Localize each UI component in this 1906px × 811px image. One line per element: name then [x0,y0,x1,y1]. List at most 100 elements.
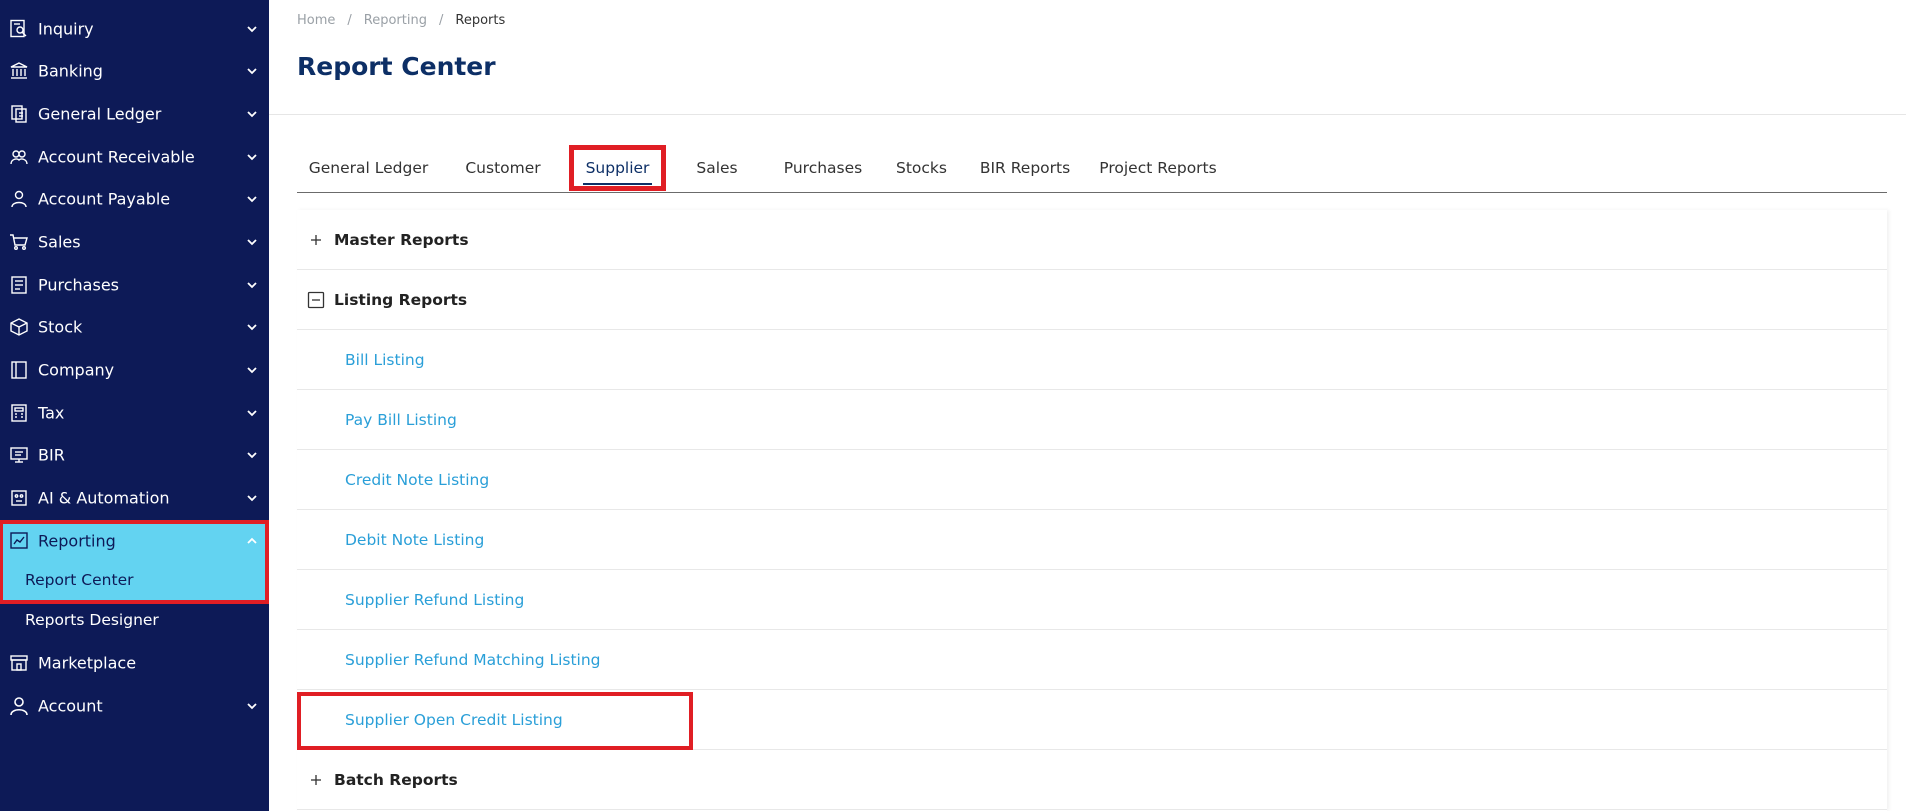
sidebar-item-tax[interactable]: Tax [0,393,269,433]
sidebar-item-purchases[interactable]: Purchases [0,265,269,305]
chevron-down-icon [245,64,259,78]
breadcrumb: Home / Reporting / Reports [297,13,505,28]
report-link-credit-note-listing[interactable]: Credit Note Listing [345,471,489,489]
tab-bir-reports[interactable]: BIR Reports [962,145,1088,191]
tax-icon [9,403,29,423]
sidebar-item-label: AI & Automation [38,488,170,508]
sidebar-item-label: Marketplace [38,653,137,673]
sidebar-item-sales[interactable]: Sales [0,222,269,262]
chevron-down-icon [245,192,259,206]
cart-icon [9,232,29,252]
report-link-bill-listing[interactable]: Bill Listing [345,351,425,369]
sidebar-item-label: Reporting [38,531,116,551]
sidebar-item-label: Account Payable [38,189,171,209]
sidebar-item-label: General Ledger [38,104,162,124]
sidebar-item-label: Account [38,696,103,716]
plus-icon[interactable] [307,231,325,249]
payable-icon [9,189,29,209]
bank-icon [9,61,29,81]
section-label: Listing Reports [334,290,468,309]
breadcrumb-current: Reports [455,13,506,28]
report-link-supplier-refund-matching-listing[interactable]: Supplier Refund Matching Listing [345,651,601,669]
tab-supplier[interactable]: Supplier [569,145,666,191]
chevron-up-icon [245,534,259,548]
sidebar-item-label: Purchases [38,275,119,295]
robot-icon [9,488,29,508]
list-item: Bill Listing [297,330,1887,390]
tab-customer[interactable]: Customer [440,145,566,191]
receivable-icon [9,147,29,167]
sidebar-subitem-reports-designer[interactable]: Reports Designer [25,611,159,629]
report-link-supplier-refund-listing[interactable]: Supplier Refund Listing [345,591,524,609]
sidebar-item-ai-automation[interactable]: AI & Automation [0,478,269,518]
sidebar-item-account-receivable[interactable]: Account Receivable [0,137,269,177]
tab-project-reports[interactable]: Project Reports [1088,145,1228,191]
section-master-reports[interactable]: Master Reports [297,210,1887,270]
page-title: Report Center [297,52,496,81]
header-divider [269,114,1906,115]
chart-icon [9,531,29,551]
tab-purchases[interactable]: Purchases [765,145,881,191]
sidebar-item-label: Sales [38,232,81,252]
list-item: Supplier Refund Listing [297,570,1887,630]
tab-general-ledger[interactable]: General Ledger [297,145,440,191]
breadcrumb-separator: / [347,13,352,28]
chevron-down-icon [245,320,259,334]
breadcrumb-home[interactable]: Home [297,13,335,28]
section-label: Master Reports [334,230,469,249]
list-item: Pay Bill Listing [297,390,1887,450]
main-content: Home / Reporting / Reports Report Center… [269,0,1906,811]
breadcrumb-reporting[interactable]: Reporting [364,13,427,28]
chevron-down-icon [245,150,259,164]
report-link-pay-bill-listing[interactable]: Pay Bill Listing [345,411,457,429]
chevron-down-icon [245,448,259,462]
sidebar-item-label: Inquiry [38,19,94,39]
sidebar-item-stock[interactable]: Stock [0,307,269,347]
sidebar-item-label: Banking [38,61,103,81]
section-batch-reports[interactable]: Batch Reports [297,750,1887,810]
tab-stocks[interactable]: Stocks [881,145,962,191]
sidebar-item-company[interactable]: Company [0,350,269,390]
store-icon [9,653,29,673]
section-listing-reports[interactable]: Listing Reports [297,270,1887,330]
tab-label: Supplier [585,159,650,177]
sidebar-item-banking[interactable]: Banking [0,51,269,91]
chevron-down-icon [245,363,259,377]
chevron-down-icon [245,22,259,36]
box-icon [9,317,29,337]
sidebar-item-label: Account Receivable [38,147,195,167]
list-item: Credit Note Listing [297,450,1887,510]
bir-icon [9,445,29,465]
chevron-down-icon [245,278,259,292]
plus-icon[interactable] [307,771,325,789]
sidebar-item-label: BIR [38,445,65,465]
purchases-icon [9,275,29,295]
company-icon [9,360,29,380]
chevron-down-icon [245,235,259,249]
list-item: Debit Note Listing [297,510,1887,570]
report-tabs: General Ledger Customer Supplier Sales P… [297,145,1887,193]
chevron-down-icon [245,699,259,713]
sidebar-item-general-ledger[interactable]: General Ledger [0,94,269,134]
section-label: Batch Reports [334,770,458,789]
sidebar-item-marketplace[interactable]: Marketplace [0,643,269,683]
sidebar-item-bir[interactable]: BIR [0,435,269,475]
sidebar-subitem-report-center[interactable]: Report Center [25,571,133,589]
ledger-icon [9,104,29,124]
minus-box-icon[interactable] [307,291,325,309]
selection-highlight [297,692,693,750]
user-icon [9,696,29,716]
sidebar-item-label: Tax [38,403,65,423]
chevron-down-icon [245,107,259,121]
tab-sales[interactable]: Sales [669,145,765,191]
active-tab-indicator [583,183,652,185]
report-link-debit-note-listing[interactable]: Debit Note Listing [345,531,484,549]
sidebar-item-label: Company [38,360,115,380]
list-item: Supplier Refund Matching Listing [297,630,1887,690]
sidebar-item-account[interactable]: Account [0,686,269,726]
sidebar-item-account-payable[interactable]: Account Payable [0,179,269,219]
sidebar-item-label: Stock [38,317,83,337]
sidebar-item-inquiry[interactable]: Inquiry [0,9,269,49]
sidebar-item-reporting[interactable]: Reporting [0,521,269,561]
sidebar: Inquiry Banking General Ledger Account R… [0,0,269,811]
